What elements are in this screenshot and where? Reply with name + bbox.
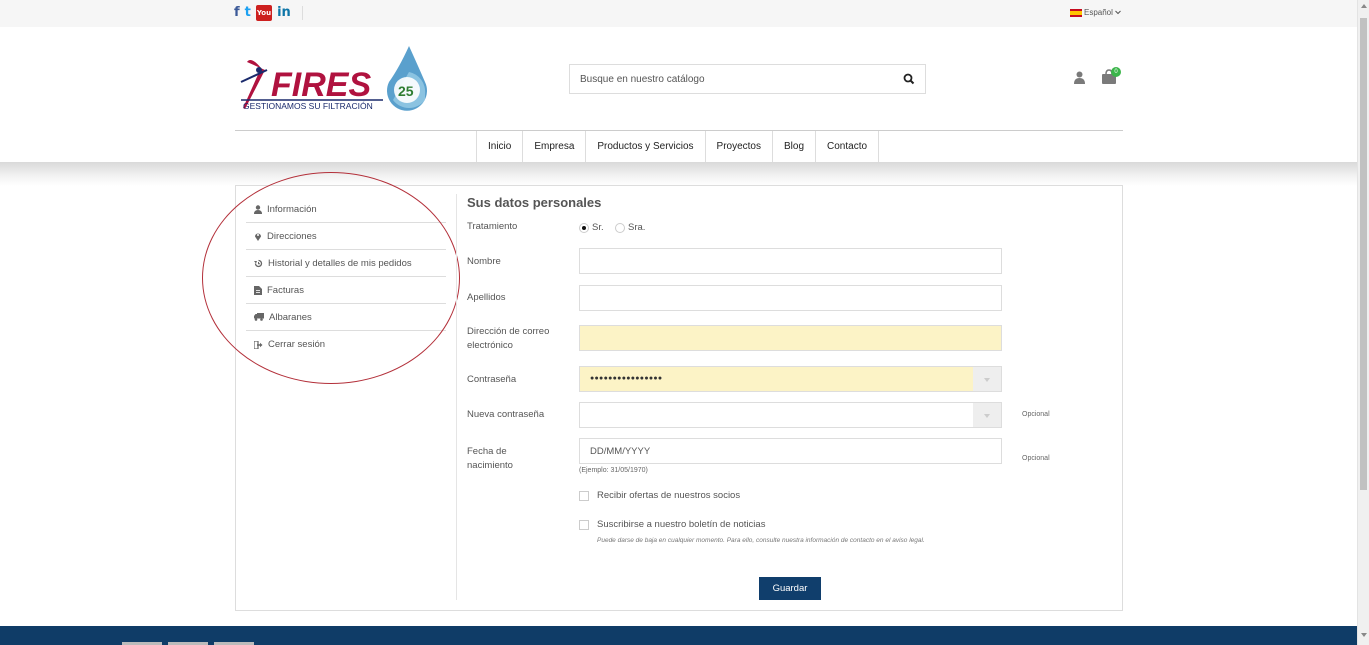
password-label: Contraseña	[467, 374, 517, 385]
radio-sr-control[interactable]	[579, 222, 589, 233]
email-label-line2: electrónico	[467, 340, 513, 351]
page-title: Sus datos personales	[467, 195, 602, 210]
birthdate-label: Fecha de nacimiento	[467, 445, 513, 473]
nav-item-contacto[interactable]: Contacto	[816, 131, 880, 163]
birthdate-field[interactable]: DD/MM/YYYY	[579, 438, 1002, 464]
search-input[interactable]: Busque en nuestro catálogo	[580, 74, 705, 85]
social-links: f t You in	[234, 5, 303, 21]
password-field[interactable]: ●●●●●●●●●●●●●●●●	[579, 366, 1002, 392]
nav-item-proyectos[interactable]: Proyectos	[706, 131, 773, 163]
new-password-field[interactable]	[579, 402, 1002, 428]
twitter-icon[interactable]: t	[245, 6, 251, 20]
birthdate-label-line1: Fecha de	[467, 446, 507, 457]
name-label: Nombre	[467, 256, 501, 267]
nav-item-empresa[interactable]: Empresa	[523, 131, 587, 163]
surname-label: Apellidos	[467, 292, 506, 303]
youtube-icon[interactable]: You	[255, 5, 273, 21]
language-selector[interactable]: Español	[1070, 8, 1121, 17]
divider	[301, 6, 303, 20]
cart-count-badge: 0	[1111, 67, 1121, 77]
new-password-label: Nueva contraseña	[467, 409, 545, 420]
optional-label: Opcional	[1022, 411, 1050, 418]
newsletter-checkbox-label: Suscribirse a nuestro boletín de noticia…	[597, 519, 766, 530]
show-new-password-button[interactable]	[973, 403, 1001, 427]
offers-checkbox-label: Recibir ofertas de nuestros socios	[597, 490, 741, 501]
optional-label: Opcional	[1022, 455, 1050, 462]
top-bar	[0, 0, 1357, 27]
offers-checkbox[interactable]: Recibir ofertas de nuestros socios	[579, 490, 740, 501]
email-field[interactable]	[579, 325, 1002, 351]
nav-item-productos[interactable]: Productos y Servicios	[586, 131, 706, 163]
birthdate-label-line2: nacimiento	[467, 460, 513, 471]
page-scrollbar[interactable]	[1357, 0, 1369, 645]
linkedin-icon[interactable]: in	[277, 6, 291, 20]
nav-item-inicio[interactable]: Inicio	[477, 131, 524, 163]
language-label: Español	[1084, 8, 1113, 17]
email-label-line1: Dirección de correo	[467, 326, 550, 337]
newsletter-note: Puede darse de baja en cualquier momento…	[597, 537, 925, 544]
radio-sra[interactable]: Sra.	[615, 222, 645, 233]
site-footer	[0, 626, 1357, 645]
show-password-button[interactable]	[973, 367, 1001, 391]
radio-sra-label: Sra.	[628, 222, 646, 233]
scroll-up-icon[interactable]	[1361, 4, 1367, 8]
search-bar[interactable]: Busque en nuestro catálogo	[569, 64, 926, 94]
name-field[interactable]	[579, 248, 1002, 274]
radio-sr-label: Sr.	[592, 222, 604, 233]
main-nav: Inicio Empresa Productos y Servicios Pro…	[476, 131, 880, 163]
radio-sra-control[interactable]	[615, 222, 625, 233]
nav-item-blog[interactable]: Blog	[773, 131, 817, 163]
newsletter-checkbox-box[interactable]	[579, 519, 589, 530]
logo-tagline: GESTIONAMOS SU FILTRACIÓN	[243, 101, 373, 111]
search-icon[interactable]	[903, 73, 915, 85]
annotation-circle	[202, 172, 460, 384]
anniversary-badge: 25	[398, 83, 414, 99]
newsletter-checkbox[interactable]: Suscribirse a nuestro boletín de noticia…	[579, 519, 765, 530]
surname-field[interactable]	[579, 285, 1002, 311]
spain-flag-icon	[1070, 8, 1082, 17]
save-button[interactable]: Guardar	[759, 577, 821, 600]
fires-logo[interactable]: FIRES GESTIONAMOS SU FILTRACIÓN 25	[237, 42, 429, 114]
birthdate-placeholder: DD/MM/YYYY	[590, 446, 651, 457]
offers-checkbox-box[interactable]	[579, 490, 589, 501]
chevron-down-icon	[1115, 10, 1121, 15]
password-value: ●●●●●●●●●●●●●●●●	[590, 375, 663, 382]
treatment-label: Tratamiento	[467, 221, 518, 232]
column-divider	[456, 194, 457, 600]
header-shadow	[0, 162, 1357, 186]
radio-sr[interactable]: Sr.	[579, 222, 604, 233]
facebook-icon[interactable]: f	[234, 6, 240, 20]
scroll-down-icon[interactable]	[1361, 633, 1367, 637]
user-account-icon[interactable]	[1074, 71, 1085, 84]
scrollbar-thumb[interactable]	[1360, 18, 1367, 490]
birthdate-hint: (Ejemplo: 31/05/1970)	[579, 467, 648, 474]
logo-wordmark: FIRES	[271, 66, 371, 104]
email-label: Dirección de correo electrónico	[467, 325, 549, 353]
